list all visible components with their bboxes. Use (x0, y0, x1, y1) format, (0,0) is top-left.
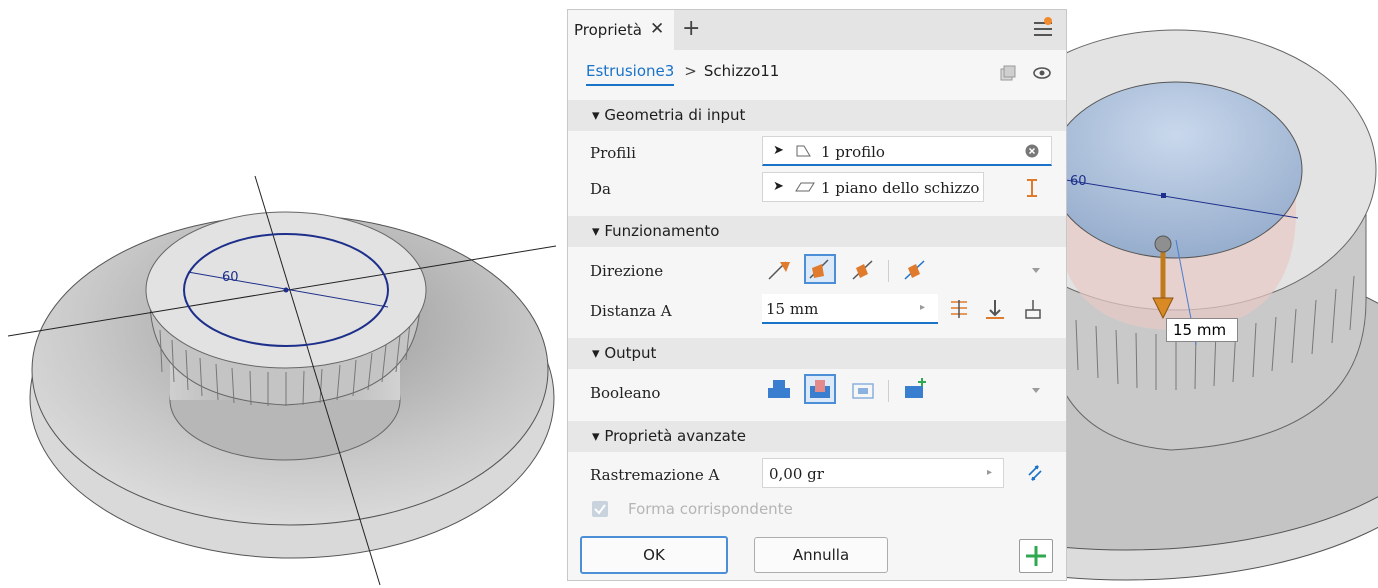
viewport-right[interactable]: 60 (1066, 0, 1378, 588)
direction-label: Direzione (590, 262, 664, 280)
close-icon[interactable]: ✕ (650, 19, 664, 39)
apply-add-button[interactable] (1019, 539, 1053, 573)
section-title: ▾ Geometria di input (592, 106, 746, 124)
select-arrow-icon: ➤ (773, 143, 784, 158)
cancel-button[interactable]: Annulla (754, 537, 888, 573)
direction-symmetric-icon[interactable] (850, 258, 876, 282)
viewport-left[interactable]: 60 (0, 0, 566, 588)
plus-icon (1026, 546, 1046, 566)
dimension-label-right[interactable]: 60 (1070, 174, 1087, 189)
boolean-label: Booleano (590, 384, 661, 402)
breadcrumb-separator: > (684, 62, 697, 80)
match-shape-checkbox[interactable] (592, 501, 608, 517)
preview-icon[interactable] (998, 64, 1018, 82)
from-selector[interactable]: ➤ 1 piano dello schizzo (762, 172, 984, 202)
plane-icon (795, 182, 815, 192)
taper-value: 0,00 gr (769, 465, 824, 483)
distance-input[interactable]: 15 mm ▸ (762, 294, 938, 324)
direction-asymmetric-icon[interactable] (902, 258, 928, 282)
expand-arrow-icon[interactable]: ▸ (987, 467, 992, 478)
distance-value: 15 mm (766, 300, 819, 318)
boolean-cut-icon[interactable] (804, 374, 836, 404)
properties-panel: Proprietà ✕ + Estrusione3 > Schizzo11 ▾ Ge… (567, 9, 1067, 581)
section-behavior[interactable]: ▾ Funzionamento (568, 216, 1066, 247)
clear-icon[interactable] (1025, 144, 1039, 158)
knob-body (145, 211, 427, 461)
section-advanced[interactable]: ▾ Proprietà avanzate (568, 421, 1066, 452)
section-title: ▾ Funzionamento (592, 222, 720, 240)
tab-bar: Proprietà ✕ + (568, 10, 1066, 50)
select-arrow-icon: ➤ (773, 179, 784, 194)
breadcrumb: Estrusione3 > Schizzo11 (586, 62, 779, 86)
tab-label: Proprietà (574, 21, 642, 39)
ok-button[interactable]: OK (580, 536, 728, 574)
section-input-geometry[interactable]: ▾ Geometria di input (568, 100, 1066, 131)
plus-icon[interactable]: + (682, 16, 700, 41)
taper-label: Rastremazione A (590, 466, 720, 484)
from-value: 1 piano dello schizzo (821, 179, 980, 197)
to-icon[interactable] (984, 298, 1006, 320)
boolean-intersect-icon[interactable] (850, 378, 876, 402)
notification-dot (1044, 17, 1052, 25)
measure-icon[interactable] (1022, 298, 1044, 320)
direction-default-icon[interactable] (766, 258, 792, 282)
breadcrumb-sketch[interactable]: Schizzo11 (704, 62, 779, 80)
section-title: ▾ Proprietà avanzate (592, 427, 746, 445)
new-solid-icon[interactable] (902, 376, 930, 402)
extents-icon[interactable] (1024, 178, 1040, 198)
profiles-label: Profili (590, 144, 636, 162)
boolean-dropdown[interactable] (1032, 388, 1040, 393)
knob-right (1066, 29, 1377, 451)
taper-flip-icon[interactable] (1024, 462, 1046, 484)
profiles-value: 1 profilo (821, 143, 885, 161)
from-label: Da (590, 180, 611, 198)
boolean-join-icon[interactable] (766, 378, 792, 402)
match-shape-label: Forma corrispondente (628, 500, 793, 518)
profile-icon (796, 145, 811, 157)
visibility-icon[interactable] (1032, 64, 1052, 82)
dimension-label[interactable]: 60 (222, 270, 239, 285)
expand-arrow-icon[interactable]: ▸ (920, 302, 925, 313)
flip-icon[interactable] (948, 298, 970, 320)
direction-flip-icon[interactable] (804, 254, 836, 284)
direction-dropdown[interactable] (1032, 268, 1040, 273)
breadcrumb-extrusion[interactable]: Estrusione3 (586, 62, 675, 86)
distance-label: Distanza A (590, 302, 672, 320)
section-output[interactable]: ▾ Output (568, 338, 1066, 369)
profiles-selector[interactable]: ➤ 1 profilo (762, 136, 1052, 166)
tab-properties[interactable]: Proprietà ✕ (568, 10, 674, 50)
taper-input[interactable]: 0,00 gr ▸ (762, 458, 1004, 488)
distance-value-tag[interactable]: 15 mm (1166, 318, 1238, 342)
section-title: ▾ Output (592, 344, 657, 362)
